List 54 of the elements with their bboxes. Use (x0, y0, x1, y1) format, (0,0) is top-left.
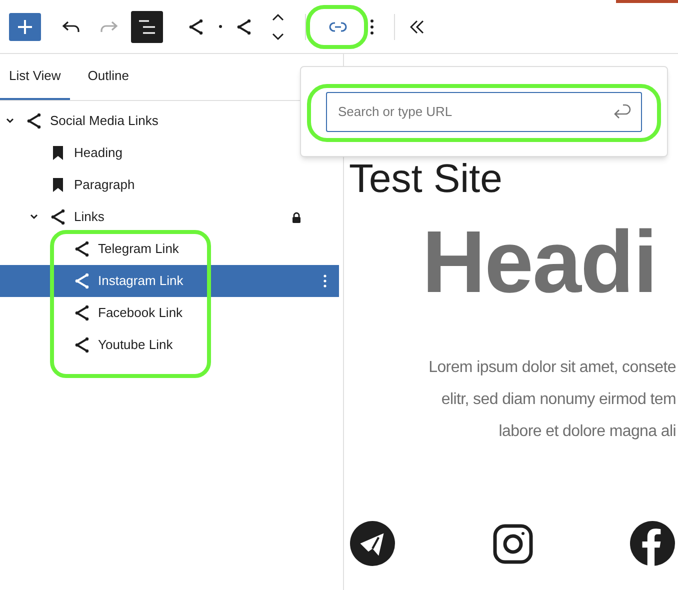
share-icon (49, 208, 67, 226)
add-block-button[interactable] (9, 12, 41, 40)
instagram-link[interactable] (493, 524, 533, 564)
tree-item[interactable]: Facebook Link (0, 297, 339, 329)
list-view-button[interactable] (131, 10, 163, 42)
list-view-icon (138, 20, 156, 34)
share-icon (73, 240, 91, 258)
share-icon (73, 304, 91, 322)
item-label: Facebook Link (98, 304, 183, 322)
item-label: Youtube Link (98, 336, 173, 354)
link-icon (329, 22, 347, 32)
camera-icon (493, 524, 533, 564)
more-vertical-icon (323, 274, 327, 288)
share-icon (73, 336, 91, 354)
paragraph-line: labore et dolore magna ali (498, 422, 676, 442)
share-icon (235, 18, 253, 36)
paragraph-line: elitr, sed diam nonumy eirmod tem (441, 390, 676, 410)
heading-text: Headi (422, 218, 657, 306)
share-icon (73, 272, 91, 290)
item-label: Telegram Link (98, 240, 179, 258)
enter-icon (613, 104, 631, 120)
paragraph-line: Lorem ipsum dolor sit amet, consete (428, 358, 676, 378)
item-label: Links (74, 208, 104, 226)
tree-item[interactable]: Instagram Link (0, 265, 339, 297)
site-title: Test Site (349, 158, 502, 200)
tab[interactable]: Outline (70, 54, 147, 100)
dot-icon (218, 25, 222, 28)
tab[interactable]: List View (0, 54, 70, 100)
item-label: Heading (74, 144, 122, 162)
lock-icon (292, 212, 301, 222)
accent-bar (616, 0, 678, 3)
telegram-link[interactable] (350, 521, 395, 566)
tree-item[interactable]: Links (0, 201, 339, 233)
tree-item[interactable]: Youtube Link (0, 329, 339, 361)
url-field[interactable]: Search or type URL (326, 92, 642, 132)
tree-item[interactable]: Telegram Link (0, 233, 339, 265)
letter-f-icon (630, 521, 675, 566)
redo-icon (100, 20, 118, 32)
up-down-chevron-icon (271, 12, 285, 42)
item-label: Paragraph (74, 176, 135, 194)
undo-icon (62, 20, 80, 32)
more-vertical-icon (370, 18, 374, 34)
paper-plane-icon (350, 521, 395, 566)
item-label: Social Media Links (50, 112, 158, 130)
tree-item[interactable]: Paragraph (0, 169, 339, 201)
share-icon (25, 112, 43, 130)
bookmark-icon (51, 177, 65, 193)
double-chevron-left-icon (410, 20, 424, 34)
tree-item[interactable]: Heading (0, 137, 339, 169)
bookmark-icon (51, 145, 65, 161)
facebook-link[interactable] (630, 521, 675, 566)
plus-icon (18, 20, 32, 34)
share-icon (187, 18, 205, 36)
item-label: Instagram Link (98, 272, 184, 290)
